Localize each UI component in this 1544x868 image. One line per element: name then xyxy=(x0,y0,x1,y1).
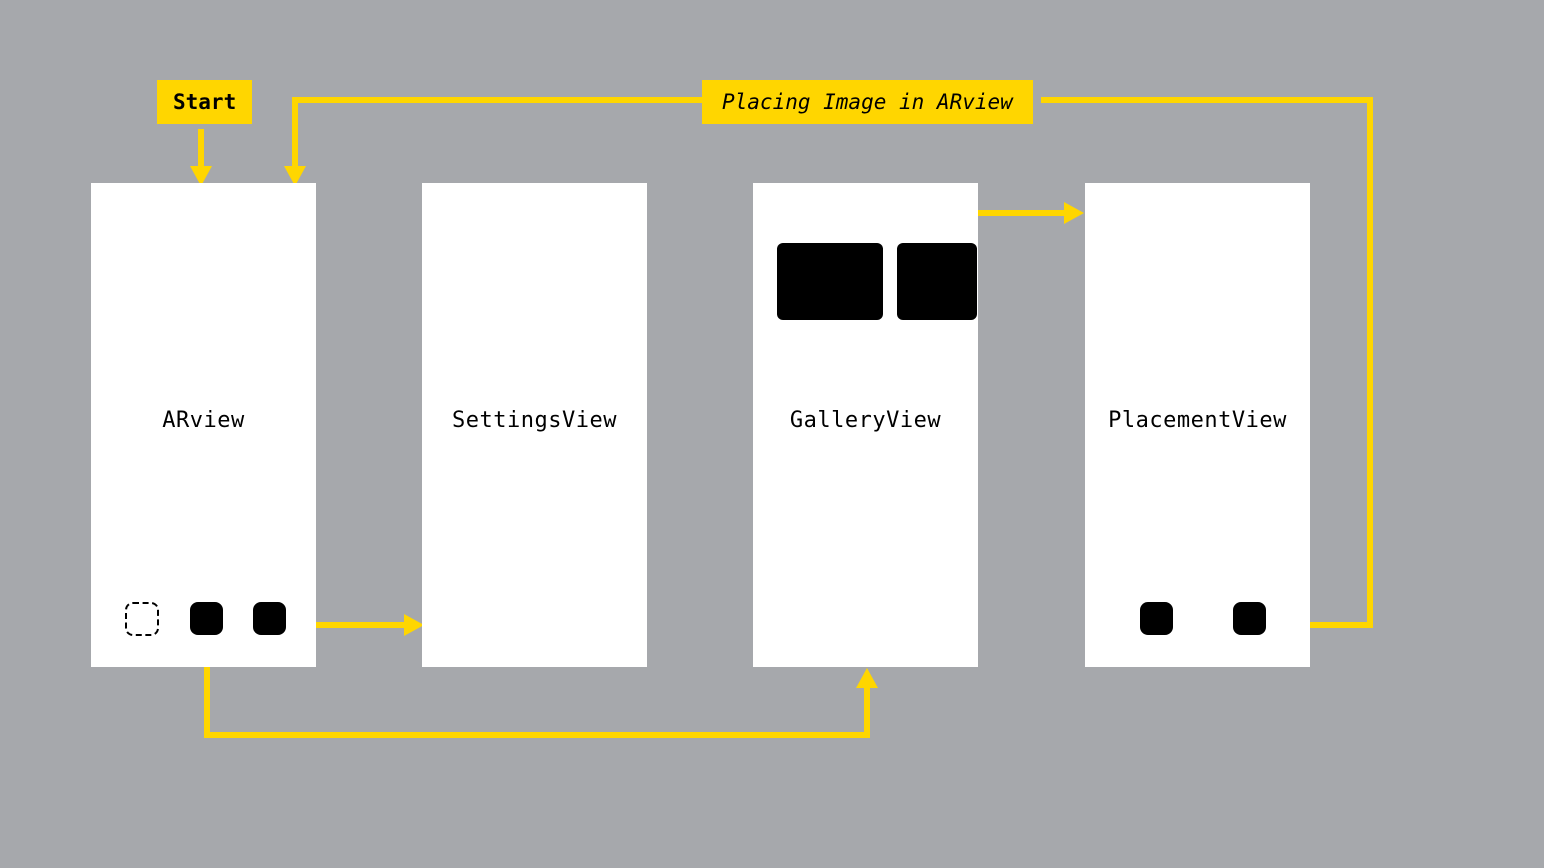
gallery-thumbnail-1[interactable] xyxy=(777,243,883,320)
panel-settingsview: SettingsView xyxy=(422,183,647,667)
panel-placementview: PlacementView xyxy=(1085,183,1310,667)
panel-galleryview: GalleryView xyxy=(753,183,978,667)
panel-galleryview-title: GalleryView xyxy=(753,408,978,433)
gallery-thumbnail-2[interactable] xyxy=(897,243,977,320)
arview-slot-empty xyxy=(125,602,159,636)
banner-text: Placing Image in ARview xyxy=(722,90,1013,114)
placement-confirm-button[interactable] xyxy=(1233,602,1266,635)
start-node: Start xyxy=(157,80,252,124)
banner-placing-image: Placing Image in ARview xyxy=(702,80,1033,124)
panel-arview: ARview xyxy=(91,183,316,667)
panel-placementview-title: PlacementView xyxy=(1085,408,1310,433)
arview-open-settings-button[interactable] xyxy=(253,602,286,635)
diagram-canvas: Start Placing Image in ARview ARview Set… xyxy=(0,0,1544,868)
arview-open-gallery-button[interactable] xyxy=(190,602,223,635)
placement-cancel-button[interactable] xyxy=(1140,602,1173,635)
panel-settingsview-title: SettingsView xyxy=(422,408,647,433)
panel-arview-title: ARview xyxy=(91,408,316,433)
start-label: Start xyxy=(173,90,236,114)
